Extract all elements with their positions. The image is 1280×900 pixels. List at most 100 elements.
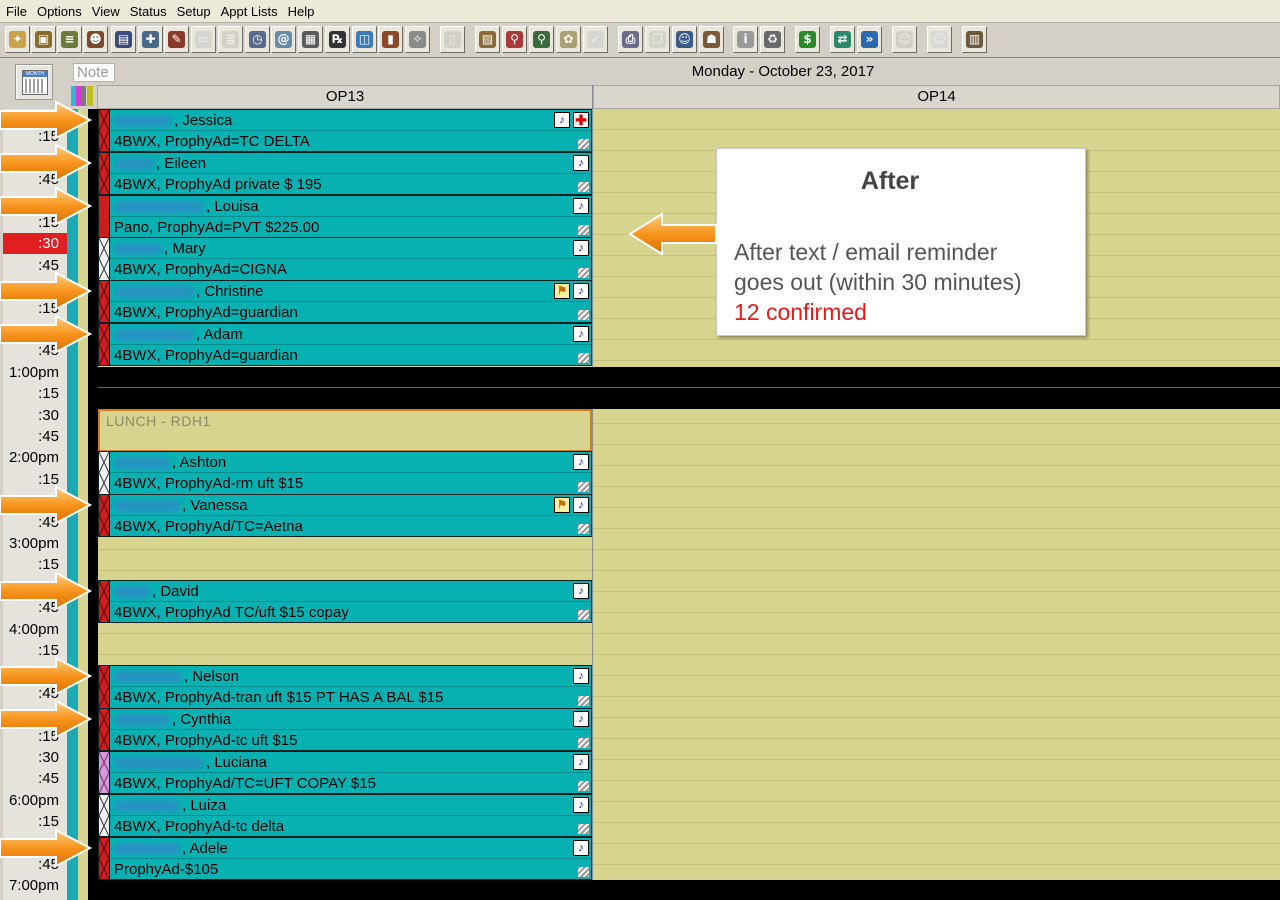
lunch-block[interactable]: LUNCH - RDH1 <box>98 408 592 452</box>
menu-status[interactable]: Status <box>128 0 175 23</box>
resize-grip-icon[interactable] <box>578 695 589 706</box>
menu-view[interactable]: View <box>90 0 128 23</box>
menu-setup[interactable]: Setup <box>175 0 219 23</box>
schedule-button[interactable]: ▨ <box>475 26 500 53</box>
money-button[interactable]: $ <box>795 26 820 53</box>
resize-grip-icon[interactable] <box>578 610 589 621</box>
forward-button[interactable]: » <box>857 26 882 53</box>
appointment-block[interactable]: , Cynthia 4BWX, ProphyAd-tc uft $15 ♪ <box>98 708 592 752</box>
xray-button[interactable]: ◫ <box>352 26 377 53</box>
column-header-op13[interactable]: OP13 <box>97 85 593 109</box>
medical-alert-button[interactable]: ✿ <box>556 26 581 53</box>
family-file-button[interactable]: ▣ <box>31 26 56 53</box>
music-note-icon[interactable]: ♪ <box>573 582 589 599</box>
appointment-block[interactable]: , Jessica 4BWX, ProphyAd=TC DELTA ✚ ♪ <box>98 109 592 153</box>
appointment-block[interactable]: , Nelson 4BWX, ProphyAd-tran uft $15 PT H… <box>98 665 592 709</box>
confirmation-status-marker[interactable] <box>99 238 110 280</box>
music-note-icon[interactable]: ♪ <box>573 283 589 300</box>
confirmation-status-marker[interactable] <box>99 752 110 794</box>
confirmation-status-marker[interactable] <box>99 195 110 237</box>
blank-form-button[interactable]: ▭ <box>191 26 216 53</box>
resize-grip-icon[interactable] <box>578 524 589 535</box>
appointment-block[interactable]: , Christine 4BWX, ProphyAd=guardian ♪ ⚑ <box>98 280 592 324</box>
prescription-button[interactable]: ℞ <box>325 26 350 53</box>
menu-appt-lists[interactable]: Appt Lists <box>219 0 286 23</box>
appointment-block[interactable]: , David 4BWX, ProphyAd TC/uft $15 copay ♪ <box>98 579 592 624</box>
resize-grip-icon[interactable] <box>578 781 589 792</box>
appointment-block[interactable]: , Eileen 4BWX, ProphyAd private $ 195 ♪ <box>98 151 592 196</box>
confirmation-status-marker[interactable] <box>99 110 110 152</box>
appointment-block[interactable]: , Luciana 4BWX, ProphyAd/TC=UFT COPAY $15… <box>98 751 592 795</box>
menu-help[interactable]: Help <box>286 0 323 23</box>
calendar-view-button[interactable]: ▥ <box>962 26 987 53</box>
note-field[interactable]: Note <box>73 63 115 82</box>
music-note-icon[interactable]: ♪ <box>554 112 570 128</box>
confirmation-status-marker[interactable] <box>99 666 110 708</box>
confirmation-status-marker[interactable] <box>99 580 110 623</box>
appointment-block[interactable]: , Adele ProphyAd-$105 ♪ <box>98 836 592 880</box>
confirmation-status-marker[interactable] <box>99 709 110 751</box>
confirmation-status-marker[interactable] <box>99 324 110 366</box>
music-note-icon[interactable]: ♪ <box>573 796 589 813</box>
music-note-icon[interactable]: ♪ <box>573 839 589 856</box>
appointment-block[interactable]: , Mary 4BWX, ProphyAd=CIGNA ♪ <box>98 237 592 281</box>
confirmation-status-marker[interactable] <box>99 452 110 494</box>
menu-options[interactable]: Options <box>35 0 90 23</box>
menu-file[interactable]: File <box>4 0 35 23</box>
music-note-icon[interactable]: ♪ <box>573 711 589 728</box>
check-button[interactable]: ✓ <box>583 26 608 53</box>
appointment-block[interactable]: , Adam 4BWX, ProphyAd=guardian ♪ <box>98 323 592 367</box>
pen-button[interactable]: ✎ <box>164 26 189 53</box>
chart-button[interactable]: ≡ <box>57 26 82 53</box>
appointment-block[interactable]: , Luiza 4BWX, ProphyAd-tc delta ♪ <box>98 793 592 838</box>
id-card-button[interactable]: ▤ <box>111 26 136 53</box>
confirmation-status-marker[interactable] <box>99 495 110 537</box>
group-button[interactable]: ☗ <box>699 26 724 53</box>
transfer-button[interactable]: ⇄ <box>830 26 855 53</box>
find-appt-button[interactable]: ⚲ <box>529 26 554 53</box>
flag-icon[interactable]: ⚑ <box>554 283 570 300</box>
confirmation-status-marker[interactable] <box>99 281 110 323</box>
person-button[interactable]: ☻ <box>83 26 108 53</box>
music-note-icon[interactable]: ♪ <box>573 240 589 257</box>
resize-grip-icon[interactable] <box>578 353 589 364</box>
music-note-icon[interactable]: ♪ <box>573 497 589 514</box>
music-note-icon[interactable]: ♪ <box>573 454 589 471</box>
music-note-icon[interactable]: ♪ <box>573 326 589 342</box>
disabled-form-button[interactable]: ▯ <box>440 26 465 53</box>
list-button[interactable]: ≣ <box>218 26 243 53</box>
flag-icon[interactable]: ⚑ <box>554 497 570 514</box>
resize-grip-icon[interactable] <box>578 310 589 321</box>
resize-grip-icon[interactable] <box>578 267 589 278</box>
confirmation-status-marker[interactable] <box>99 794 110 837</box>
resize-grip-icon[interactable] <box>578 224 589 235</box>
book-button[interactable]: ▮ <box>378 26 403 53</box>
confirmation-status-marker[interactable] <box>99 152 110 195</box>
trash-button[interactable]: ♻ <box>760 26 785 53</box>
month-view-button[interactable]: MONTH <box>15 64 53 100</box>
search-button[interactable]: ⚲ <box>502 26 527 53</box>
column-header-op14[interactable]: OP14 <box>593 85 1280 109</box>
perio-button[interactable]: ✚ <box>138 26 163 53</box>
appointment-block[interactable]: , Vanessa 4BWX, ProphyAd/TC=Aetna ♪ ⚑ <box>98 494 592 538</box>
tooth-button[interactable]: ✦ <box>5 26 30 53</box>
resize-grip-icon[interactable] <box>578 738 589 749</box>
music-note-icon[interactable]: ♪ <box>573 197 589 214</box>
copy-button[interactable]: ❐ <box>645 26 670 53</box>
resize-grip-icon[interactable] <box>578 139 589 150</box>
appointment-block[interactable]: , Louisa Pano, ProphyAd=PVT $225.00 ♪ <box>98 194 592 238</box>
info-button[interactable]: i <box>733 26 758 53</box>
medical-alert-icon[interactable]: ✚ <box>573 112 589 128</box>
appointment-block[interactable]: , Ashton 4BWX, ProphyAd-rm uft $15 ♪ <box>98 451 592 495</box>
resize-grip-icon[interactable] <box>578 866 589 877</box>
document-clock-button[interactable]: ◷ <box>245 26 270 53</box>
music-note-icon[interactable]: ♪ <box>573 668 589 685</box>
printer-button[interactable]: ⎙ <box>618 26 643 53</box>
music-note-icon[interactable]: ♪ <box>573 154 589 171</box>
user-disabled-button[interactable]: ☺ <box>927 26 952 53</box>
resize-grip-icon[interactable] <box>578 182 589 193</box>
ledger-button[interactable]: ▦ <box>298 26 323 53</box>
tools-button[interactable]: ✧ <box>405 26 430 53</box>
resize-grip-icon[interactable] <box>578 481 589 492</box>
patient-button[interactable]: ☺ <box>672 26 697 53</box>
